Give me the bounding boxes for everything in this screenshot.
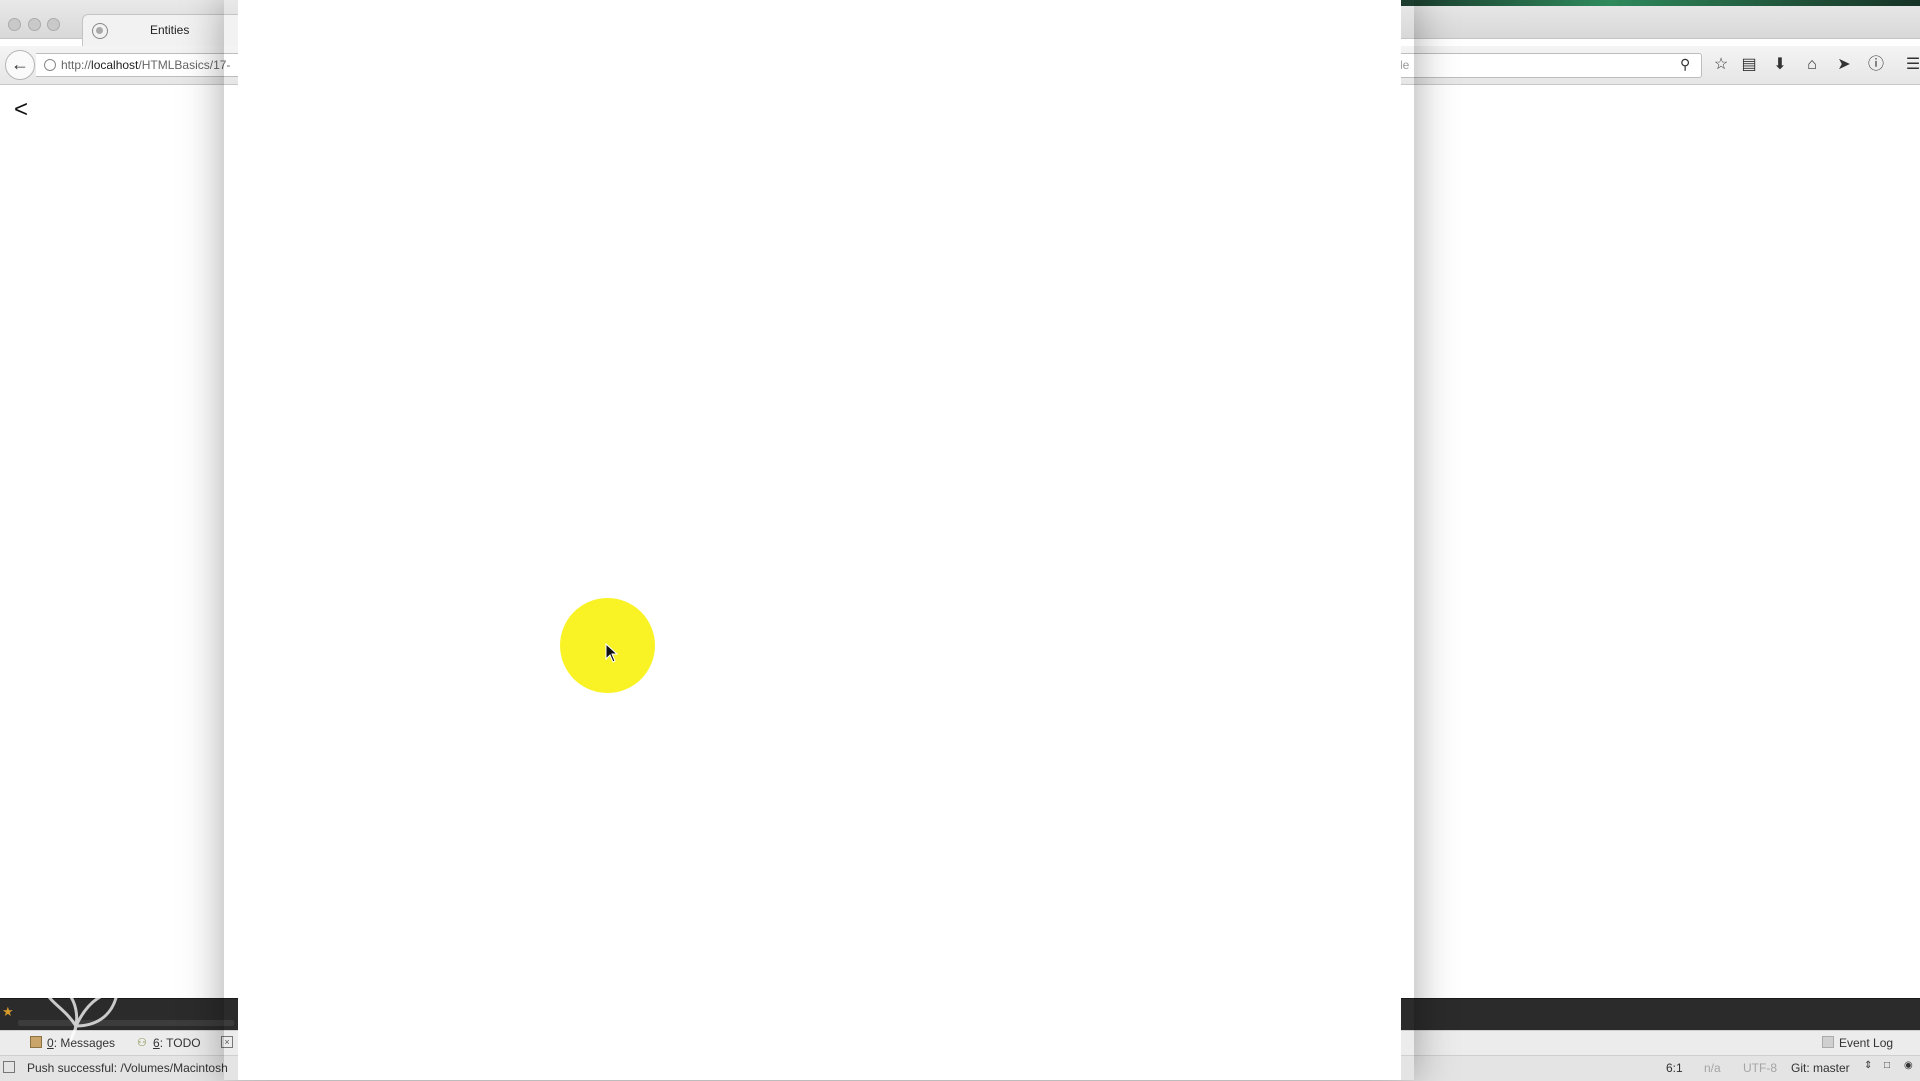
url-prefix: http:// [61,58,92,72]
url-text: http://localhost/HTMLBasics/17- [61,58,230,72]
event-log-button[interactable]: Event Log [1839,1036,1893,1050]
vcs-branch[interactable]: Git: master [1791,1061,1850,1075]
home-icon[interactable]: ⌂ [1801,54,1823,76]
back-button[interactable]: ← [5,50,35,80]
status-message: Push successful: /Volumes/Macintosh [27,1061,228,1075]
todo-label: : TODO [159,1036,201,1050]
url-path: /HTMLBasics/17- [138,58,231,72]
page-content-text: < [14,96,29,123]
search-icon[interactable]: ⚲ [1680,56,1696,72]
clipboard-icon[interactable]: ▤ [1738,54,1760,76]
info-icon[interactable]: ⓘ [1865,54,1887,76]
url-host: localhost [91,58,139,72]
blank-window [238,0,1401,1080]
lock-icon[interactable]: □ [1884,1060,1890,1071]
download-icon[interactable]: ⬇ [1769,54,1791,76]
minimize-window-button[interactable] [28,18,41,31]
tab-title: Entities [150,23,190,37]
search-input[interactable] [1390,53,1702,78]
branch-chevron-icon[interactable]: ⇕ [1864,1060,1872,1071]
todo-number: 6 [153,1036,160,1050]
site-identity-icon [44,59,56,71]
todo-tool-button[interactable]: 6: TODO [153,1036,201,1050]
star-icon[interactable]: ☆ [1710,54,1732,76]
todo-icon: ⚇ [137,1037,147,1049]
back-arrow-icon: ← [11,54,29,74]
desktop-strip [1400,0,1920,6]
status-toggle-icon[interactable] [3,1061,15,1073]
zoom-window-button[interactable] [47,18,60,31]
send-icon[interactable]: ➤ [1833,54,1855,76]
cursor-position[interactable]: 6:1 [1666,1061,1683,1075]
mouse-pointer-icon [605,643,619,663]
menu-icon[interactable]: ☰ [1902,54,1920,76]
line-separator[interactable]: n/a [1704,1061,1721,1075]
globe-icon [92,23,108,39]
file-encoding[interactable]: UTF-8 [1743,1061,1777,1075]
close-window-button[interactable] [8,18,21,31]
favorites-star-icon[interactable]: ★ [2,1004,14,1020]
event-log-icon [1822,1036,1834,1048]
watermark-logo [41,985,118,1043]
inspector-icon[interactable]: ◉ [1904,1060,1913,1071]
